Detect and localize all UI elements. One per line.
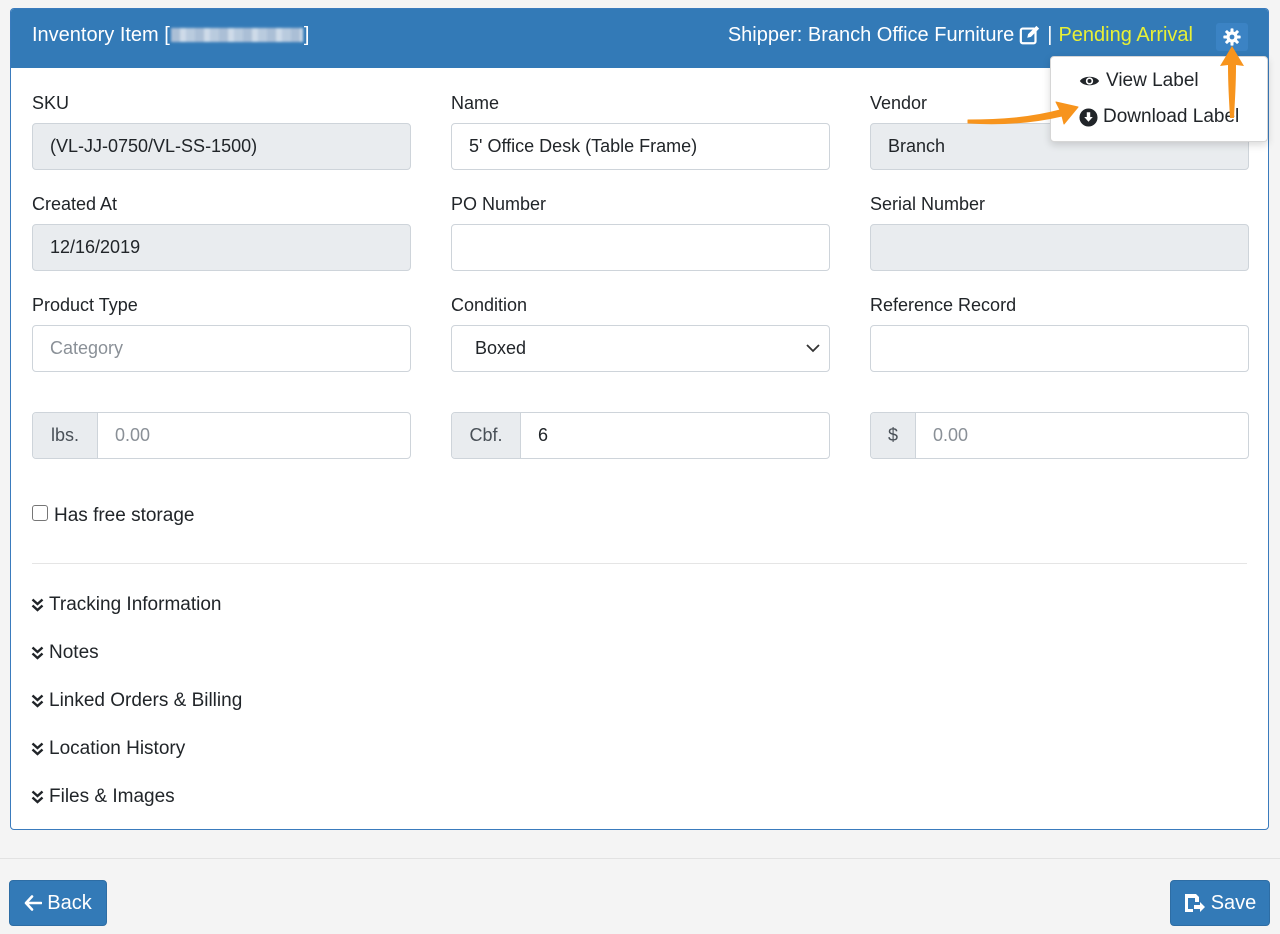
name-input[interactable]: 5' Office Desk (Table Frame) (451, 123, 830, 170)
weight-input-group: lbs. 0.00 (32, 412, 411, 459)
sku-field: (VL-JJ-0750/VL-SS-1500) (32, 123, 411, 170)
menu-item-download-label[interactable]: Download Label (1079, 106, 1239, 128)
condition-value: Boxed (475, 338, 527, 358)
menu-item-label: View Label (1106, 70, 1199, 91)
section-label: Notes (49, 642, 99, 663)
cbf-input[interactable]: 6 (521, 413, 829, 458)
serial-number-field (870, 224, 1249, 271)
serial-number-label: Serial Number (870, 194, 986, 214)
double-chevron-down-icon (31, 790, 44, 804)
section-linked-orders-billing[interactable]: Linked Orders & Billing (31, 690, 242, 712)
currency-addon: $ (871, 413, 916, 458)
back-button-label: Back (47, 891, 92, 914)
price-input[interactable]: 0.00 (916, 413, 1248, 458)
product-type-input[interactable]: Category (32, 325, 411, 372)
section-notes[interactable]: Notes (31, 642, 99, 664)
reference-record-label: Reference Record (870, 295, 1017, 315)
arrow-left-icon (24, 895, 43, 911)
double-chevron-down-icon (31, 694, 44, 708)
sku-label: SKU (32, 93, 70, 113)
cbf-input-group: Cbf. 6 (451, 412, 830, 459)
section-label: Files & Images (49, 786, 175, 807)
cbf-unit-addon: Cbf. (452, 413, 521, 458)
menu-item-view-label[interactable]: View Label (1079, 70, 1199, 92)
title-suffix: ] (303, 24, 310, 46)
footer-divider (0, 858, 1280, 859)
download-circle-icon (1079, 107, 1098, 127)
po-number-input[interactable] (451, 224, 830, 271)
section-files-images[interactable]: Files & Images (31, 786, 175, 808)
edit-icon[interactable] (1019, 24, 1041, 46)
gear-icon (1223, 28, 1241, 46)
double-chevron-down-icon (31, 742, 44, 756)
po-number-label: PO Number (451, 194, 547, 214)
free-storage-checkbox[interactable] (32, 505, 48, 521)
condition-select[interactable]: Boxed (451, 325, 830, 372)
created-at-label: Created At (32, 194, 118, 214)
save-icon (1184, 894, 1205, 912)
created-at-field: 12/16/2019 (32, 224, 411, 271)
page-title: Inventory Item [ ] (32, 23, 309, 47)
redacted-item-id (170, 28, 303, 42)
weight-input[interactable]: 0.00 (98, 413, 410, 458)
free-storage-label[interactable]: Has free storage (54, 505, 194, 527)
price-input-group: $ 0.00 (870, 412, 1249, 459)
chevron-down-icon (806, 344, 820, 353)
settings-dropdown-menu: View Label Download Label (1050, 56, 1268, 142)
settings-button[interactable] (1216, 23, 1248, 51)
name-label: Name (451, 93, 500, 113)
save-button[interactable]: Save (1170, 880, 1270, 926)
eye-icon (1079, 76, 1100, 86)
section-location-history[interactable]: Location History (31, 738, 185, 760)
reference-record-input[interactable] (870, 325, 1249, 372)
section-tracking-information[interactable]: Tracking Information (31, 594, 221, 616)
title-prefix: Inventory Item [ (32, 24, 170, 46)
product-type-label: Product Type (32, 295, 138, 315)
section-label: Tracking Information (49, 594, 222, 615)
weight-unit-addon: lbs. (33, 413, 98, 458)
shipper-label: Shipper: Branch Office Furniture (727, 24, 1015, 46)
menu-item-label: Download Label (1103, 106, 1240, 127)
header-separator: | (1047, 24, 1053, 46)
status-badge: Pending Arrival (1058, 24, 1193, 46)
double-chevron-down-icon (31, 646, 44, 660)
vendor-label: Vendor (870, 93, 928, 113)
save-button-label: Save (1210, 891, 1257, 914)
back-button[interactable]: Back (9, 880, 107, 926)
double-chevron-down-icon (31, 598, 44, 612)
section-divider (32, 563, 1247, 564)
section-label: Location History (49, 738, 186, 759)
header-meta: Shipper: Branch Office Furniture | Pendi… (728, 23, 1193, 47)
condition-label: Condition (451, 295, 528, 315)
section-label: Linked Orders & Billing (49, 690, 243, 711)
